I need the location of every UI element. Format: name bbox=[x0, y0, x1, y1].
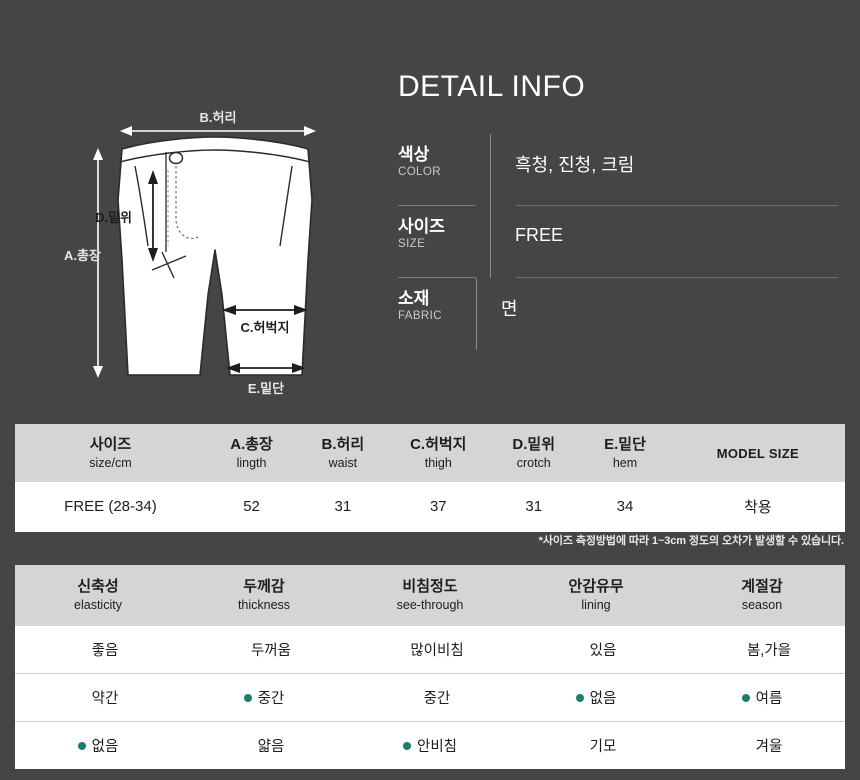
attr-option-label: 여름 bbox=[755, 691, 783, 708]
attr-option-label: 얇음 bbox=[257, 739, 285, 756]
spec-key-color: 색상 COLOR bbox=[398, 134, 476, 206]
diagram-label-total-length: A.총장 bbox=[64, 248, 101, 263]
size-measurement-note: *사이즈 측정방법에 따라 1~3cm 정도의 오차가 발생할 수 있습니다. bbox=[538, 535, 844, 547]
spec-key-color-en: COLOR bbox=[398, 166, 441, 179]
attr-option-label: 기모 bbox=[589, 739, 617, 756]
attr-option-label: 약간 bbox=[91, 691, 119, 708]
shorts-outline bbox=[117, 136, 313, 376]
attr-option-lining[interactable]: 없음 bbox=[513, 673, 679, 722]
attr-option-label: 없음 bbox=[589, 691, 617, 708]
size-cell-crotch: 31 bbox=[488, 482, 580, 533]
size-cell-length: 52 bbox=[205, 482, 298, 533]
attr-col-thickness: 두께감 thickness bbox=[181, 565, 347, 627]
size-chart-col-length: A.총장 lingth bbox=[205, 424, 298, 483]
diagram-label-waist: B.허리 bbox=[200, 110, 237, 125]
spec-row-fabric: 소재 FABRIC 면 bbox=[398, 278, 838, 350]
waist-button-icon bbox=[168, 151, 184, 165]
spec-vertical-divider bbox=[490, 206, 491, 278]
waist-dimension-arrow bbox=[120, 126, 316, 136]
detail-info-panel: DETAIL INFO 색상 COLOR 흑청, 진청, 크림 사이즈 SIZE… bbox=[398, 70, 838, 350]
spec-value-fabric: 면 bbox=[501, 299, 518, 319]
detail-info-section: B.허리 A.총장 D.밑위 C.허벅지 E.밑단 DETAIL INFO 색상… bbox=[0, 0, 860, 412]
attr-option-label: 안비침 bbox=[416, 739, 458, 756]
spec-row-color: 색상 COLOR 흑청, 진청, 크림 bbox=[398, 134, 838, 206]
spec-value-size: FREE bbox=[515, 206, 838, 278]
attr-option-see-through[interactable]: 많이비침 bbox=[347, 626, 513, 674]
size-chart-col-waist: B.허리 waist bbox=[297, 424, 389, 483]
spec-vertical-divider bbox=[490, 134, 491, 206]
attr-option-thickness[interactable]: 중간 bbox=[181, 673, 347, 722]
attr-option-see-through[interactable]: 안비침 bbox=[347, 721, 513, 770]
spec-key-size-kr: 사이즈 bbox=[398, 217, 445, 236]
table-row: 약간 중간 중간 없음 여름 bbox=[15, 673, 845, 722]
attr-option-season[interactable]: 봄,가을 bbox=[679, 626, 845, 674]
size-chart-col-crotch: D.밑위 crotch bbox=[488, 424, 580, 483]
attr-col-elasticity: 신축성 elasticity bbox=[15, 565, 181, 627]
attr-col-see-through: 비침정도 see-through bbox=[347, 565, 513, 627]
attr-option-label: 두꺼움 bbox=[250, 643, 292, 660]
total-length-dimension-arrow bbox=[93, 148, 103, 378]
size-cell-model: 착용 bbox=[670, 482, 845, 533]
attr-option-elasticity[interactable]: 좋음 bbox=[15, 626, 181, 674]
size-cell-hem: 34 bbox=[579, 482, 671, 533]
attr-option-label: 좋음 bbox=[91, 643, 119, 660]
spec-key-fabric-en: FABRIC bbox=[398, 310, 442, 323]
size-cell-size: FREE (28-34) bbox=[15, 482, 206, 533]
attr-option-lining[interactable]: 기모 bbox=[513, 721, 679, 770]
attr-option-season[interactable]: 겨울 bbox=[679, 721, 845, 770]
selected-dot-icon bbox=[575, 693, 584, 702]
size-chart-header-row: 사이즈 size/cm A.총장 lingth B.허리 waist C.허벅지… bbox=[15, 424, 845, 483]
fabric-attributes-table: 신축성 elasticity 두께감 thickness 비침정도 see-th… bbox=[15, 565, 845, 770]
diagram-label-thigh: C.허벅지 bbox=[241, 320, 290, 335]
diagram-label-hem: E.밑단 bbox=[248, 381, 284, 396]
attr-col-lining: 안감유무 lining bbox=[513, 565, 679, 627]
attr-option-label: 없음 bbox=[91, 739, 119, 756]
size-cell-waist: 31 bbox=[297, 482, 389, 533]
attr-option-lining[interactable]: 있음 bbox=[513, 626, 679, 674]
attr-option-label: 많이비침 bbox=[410, 643, 464, 660]
attr-option-label: 있음 bbox=[589, 643, 617, 660]
spec-key-fabric-kr: 소재 bbox=[398, 289, 430, 308]
selected-dot-icon bbox=[402, 741, 411, 750]
spec-key-color-kr: 색상 bbox=[398, 145, 430, 164]
spec-vertical-divider bbox=[476, 278, 477, 350]
attr-option-label: 중간 bbox=[423, 691, 451, 708]
attr-option-elasticity[interactable]: 약간 bbox=[15, 673, 181, 722]
spec-key-size: 사이즈 SIZE bbox=[398, 206, 476, 278]
attr-option-see-through[interactable]: 중간 bbox=[347, 673, 513, 722]
table-row: 좋음 두꺼움 많이비침 있음 봄,가을 bbox=[15, 626, 845, 674]
spec-value-color: 흑청, 진청, 크림 bbox=[515, 134, 838, 206]
attr-option-label: 중간 bbox=[257, 691, 285, 708]
attr-col-season: 계절감 season bbox=[679, 565, 845, 627]
page-title: DETAIL INFO bbox=[398, 70, 586, 103]
selected-dot-icon bbox=[77, 741, 86, 750]
selected-dot-icon bbox=[741, 693, 750, 702]
attr-option-thickness[interactable]: 두꺼움 bbox=[181, 626, 347, 674]
size-chart-col-size: 사이즈 size/cm bbox=[15, 424, 206, 483]
attr-option-thickness[interactable]: 얇음 bbox=[181, 721, 347, 770]
diagram-label-crotch: D.밑위 bbox=[95, 210, 132, 225]
spec-row-size: 사이즈 SIZE FREE bbox=[398, 206, 838, 278]
table-row: FREE (28-34) 52 31 37 31 34 착용 bbox=[15, 482, 845, 533]
size-chart-col-model-size: MODEL SIZE bbox=[670, 424, 845, 483]
spec-key-size-en: SIZE bbox=[398, 238, 426, 251]
attr-option-elasticity[interactable]: 없음 bbox=[15, 721, 181, 770]
spec-key-fabric: 소재 FABRIC bbox=[398, 278, 476, 350]
size-chart-col-hem: E.밑단 hem bbox=[579, 424, 671, 483]
attr-header-row: 신축성 elasticity 두께감 thickness 비침정도 see-th… bbox=[15, 565, 845, 627]
attr-option-label: 봄,가을 bbox=[746, 643, 792, 660]
size-chart-table: 사이즈 size/cm A.총장 lingth B.허리 waist C.허벅지… bbox=[15, 424, 845, 533]
attr-option-season[interactable]: 여름 bbox=[679, 673, 845, 722]
attr-option-label: 겨울 bbox=[755, 739, 783, 756]
table-row: 없음 얇음 안비침 기모 겨울 bbox=[15, 721, 845, 770]
selected-dot-icon bbox=[243, 693, 252, 702]
size-chart-col-thigh: C.허벅지 thigh bbox=[388, 424, 489, 483]
size-cell-thigh: 37 bbox=[388, 482, 489, 533]
garment-measurement-diagram: B.허리 A.총장 D.밑위 C.허벅지 E.밑단 bbox=[40, 100, 370, 410]
